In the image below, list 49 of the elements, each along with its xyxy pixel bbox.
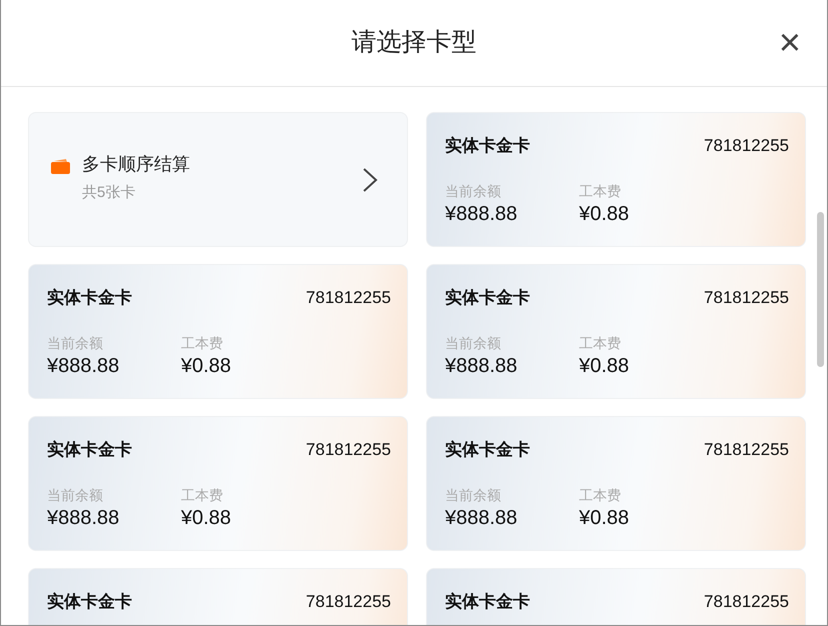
- fee-label: 工本费: [579, 334, 622, 352]
- card-number: 781812255: [704, 439, 789, 461]
- scrollbar-thumb[interactable]: [817, 212, 824, 367]
- balance-label: 当前余额: [445, 334, 502, 352]
- fee-value: ¥0.88: [579, 354, 630, 378]
- card-name: 实体卡金卡: [445, 591, 530, 613]
- balance-label: 当前余额: [445, 486, 502, 504]
- membership-card[interactable]: 实体卡金卡 781812255: [426, 568, 806, 625]
- close-button[interactable]: ×: [774, 26, 805, 60]
- fee-value: ¥0.88: [181, 506, 232, 530]
- balance-label: 当前余额: [445, 182, 502, 200]
- multi-card-title: 多卡顺序结算: [82, 154, 190, 176]
- card-count: 共5张卡: [82, 183, 136, 204]
- wallet-icon: [51, 159, 70, 174]
- card-number: 781812255: [306, 591, 391, 613]
- card-number: 781812255: [306, 287, 391, 309]
- fee-label: 工本费: [181, 486, 224, 504]
- membership-card[interactable]: 实体卡金卡 781812255 当前余额 ¥888.88 工本费 ¥0.88: [28, 264, 408, 399]
- card-number: 781812255: [704, 135, 789, 157]
- card-name: 实体卡金卡: [445, 287, 530, 309]
- balance-value: ¥888.88: [445, 354, 518, 378]
- fee-label: 工本费: [579, 182, 622, 200]
- balance-value: ¥888.88: [445, 506, 518, 530]
- fee-value: ¥0.88: [579, 202, 630, 226]
- card-name: 实体卡金卡: [47, 439, 132, 461]
- balance-value: ¥888.88: [47, 354, 120, 378]
- card-number: 781812255: [704, 591, 789, 613]
- membership-card[interactable]: 实体卡金卡 781812255 当前余额 ¥888.88 工本费 ¥0.88: [28, 416, 408, 551]
- membership-card[interactable]: 实体卡金卡 781812255 当前余额 ¥888.88 工本费 ¥0.88: [426, 264, 806, 399]
- balance-value: ¥888.88: [445, 202, 518, 226]
- balance-value: ¥888.88: [47, 506, 120, 530]
- card-number: 781812255: [306, 439, 391, 461]
- membership-card[interactable]: 实体卡金卡 781812255 当前余额 ¥888.88 工本费 ¥0.88: [426, 112, 806, 247]
- dialog-title: 请选择卡型: [352, 27, 476, 58]
- multi-card-option[interactable]: 多卡顺序结算 共5张卡: [28, 112, 408, 247]
- card-name: 实体卡金卡: [47, 287, 132, 309]
- chevron-right-icon: [361, 166, 379, 194]
- card-number: 781812255: [704, 287, 789, 309]
- balance-label: 当前余额: [47, 486, 104, 504]
- balance-label: 当前余额: [47, 334, 104, 352]
- fee-label: 工本费: [181, 334, 224, 352]
- membership-card[interactable]: 实体卡金卡 781812255: [28, 568, 408, 625]
- membership-card[interactable]: 实体卡金卡 781812255 当前余额 ¥888.88 工本费 ¥0.88: [426, 416, 806, 551]
- card-name: 实体卡金卡: [445, 439, 530, 461]
- card-name: 实体卡金卡: [47, 591, 132, 613]
- fee-label: 工本费: [579, 486, 622, 504]
- card-name: 实体卡金卡: [445, 135, 530, 157]
- fee-value: ¥0.88: [579, 506, 630, 530]
- fee-value: ¥0.88: [181, 354, 232, 378]
